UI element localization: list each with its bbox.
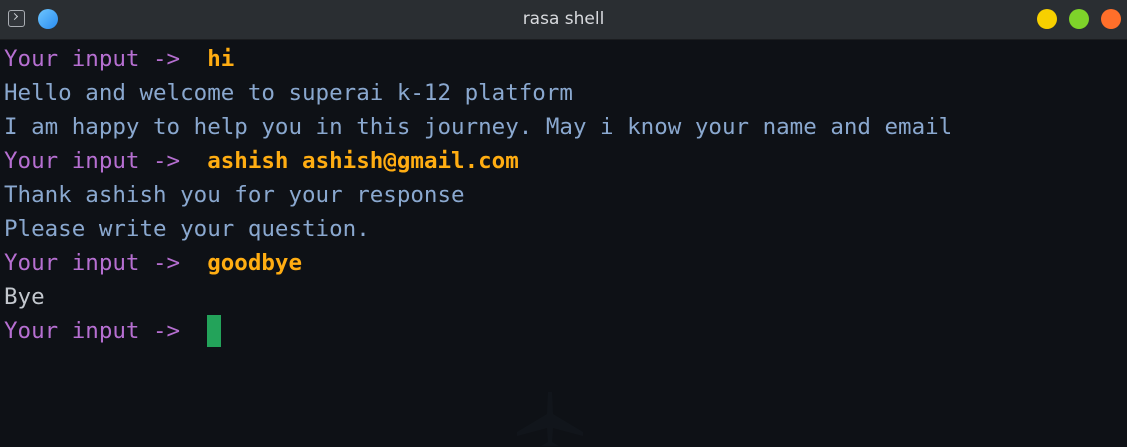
bot-response: Hello and welcome to superai k-12 platfo… [4,80,573,106]
terminal-window: rasa shell Your input -> hi Hello and we… [0,0,1127,447]
bot-response: Please write your question. [4,216,370,242]
bot-response: Bye [4,284,45,310]
bot-response: I am happy to help you in this journey. … [4,114,953,140]
prompt-label: Your input -> [4,148,208,174]
minimize-button[interactable] [1037,9,1057,29]
wallpaper-airplane-icon [517,392,583,446]
window-title: rasa shell [522,9,605,29]
input-line: Your input -> ashish ashish@gmail.com [4,144,519,178]
prompt-label: Your input -> [4,318,208,344]
active-input-line[interactable]: Your input -> [4,314,222,348]
user-input: ashish ashish@gmail.com [207,148,519,174]
input-line: Your input -> goodbye [4,246,302,280]
prompt-label: Your input -> [4,46,208,72]
title-bar[interactable]: rasa shell [0,0,1127,40]
input-line: Your input -> hi [4,42,234,76]
user-input: hi [207,46,235,72]
text-cursor [207,315,222,347]
user-input: goodbye [207,250,303,276]
maximize-button[interactable] [1069,9,1089,29]
terminal-output[interactable]: Your input -> hi Hello and welcome to su… [0,40,1127,447]
prompt-label: Your input -> [4,250,208,276]
close-button[interactable] [1101,9,1121,29]
bot-response: Thank ashish you for your response [4,182,465,208]
